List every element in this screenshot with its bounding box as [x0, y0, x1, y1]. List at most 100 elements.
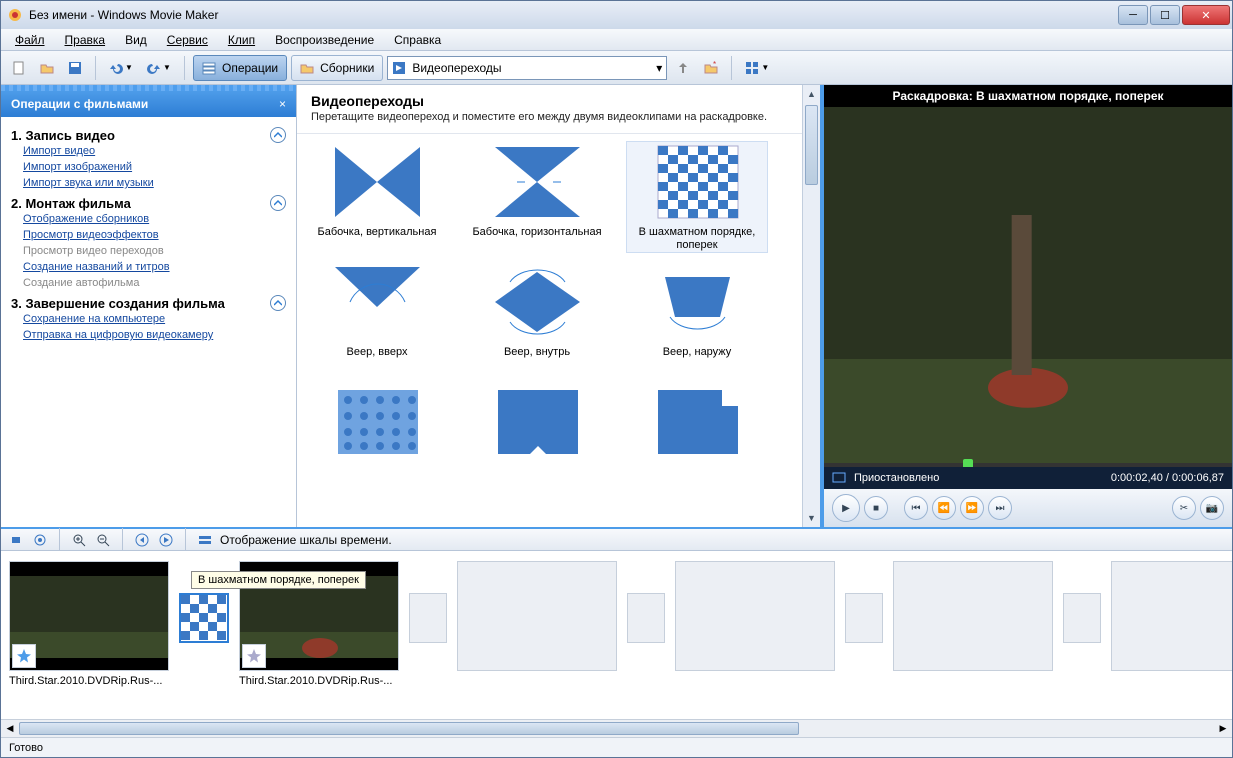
transition-thumbnail	[650, 262, 745, 342]
zoom-out-icon[interactable]	[94, 531, 112, 549]
task-show-collections[interactable]: Отображение сборников	[11, 211, 286, 227]
transition-item[interactable]: В шахматном порядке, поперек	[627, 142, 767, 252]
storyboard-clip-empty[interactable]	[457, 561, 617, 671]
minimize-button[interactable]: ─	[1118, 5, 1148, 25]
timeline-toolbar-label[interactable]: Отображение шкалы времени.	[220, 533, 392, 547]
play-button[interactable]: ▶	[832, 494, 860, 522]
collections-icon	[300, 61, 314, 75]
tasks-section-edit[interactable]: 2. Монтаж фильма	[11, 195, 286, 211]
checkerboard-icon	[181, 595, 227, 641]
menu-edit[interactable]: Правка	[55, 31, 116, 49]
transition-thumbnail	[490, 142, 585, 222]
menu-file[interactable]: Файл	[5, 31, 55, 49]
transition-item[interactable]	[307, 382, 447, 492]
storyboard-clip-empty[interactable]	[1111, 561, 1232, 671]
stop-button[interactable]: ■	[864, 496, 888, 520]
collections-button[interactable]: Сборники	[291, 55, 383, 81]
task-import-audio[interactable]: Импорт звука или музыки	[11, 175, 286, 191]
task-view-effects[interactable]: Просмотр видеоэффектов	[11, 227, 286, 243]
transition-item[interactable]	[467, 382, 607, 492]
audio-levels-icon[interactable]	[31, 531, 49, 549]
menu-tools[interactable]: Сервис	[157, 31, 218, 49]
storyboard-transition-empty[interactable]	[1063, 593, 1101, 643]
tasks-header-label: Операции с фильмами	[11, 97, 148, 111]
transition-thumbnail	[650, 142, 745, 222]
scroll-thumb[interactable]	[805, 105, 818, 185]
location-combo-value: Видеопереходы	[412, 61, 501, 75]
save-button[interactable]	[63, 56, 87, 80]
location-combo[interactable]: Видеопереходы ▾	[387, 56, 667, 80]
split-button[interactable]: ✂	[1172, 496, 1196, 520]
snapshot-button[interactable]: 📷	[1200, 496, 1224, 520]
menu-view[interactable]: Вид	[115, 31, 157, 49]
prev-button[interactable]: ⏮	[904, 496, 928, 520]
storyboard-clip-empty[interactable]	[893, 561, 1053, 671]
collection-scrollbar[interactable]: ▲ ▼	[802, 85, 820, 527]
scroll-right-icon[interactable]: ▶	[1214, 720, 1232, 737]
storyboard-clip-empty[interactable]	[675, 561, 835, 671]
preview-video[interactable]	[824, 107, 1232, 467]
transition-item[interactable]: Веер, внутрь	[467, 262, 607, 372]
preview-seekbar[interactable]	[824, 463, 1232, 467]
task-save-computer[interactable]: Сохранение на компьютере	[11, 311, 286, 327]
next-button[interactable]: ⏭	[988, 496, 1012, 520]
menu-play[interactable]: Воспроизведение	[265, 31, 384, 49]
effect-icon[interactable]	[242, 644, 266, 668]
new-project-button[interactable]	[7, 56, 31, 80]
timeline-view-icon[interactable]	[196, 531, 214, 549]
view-mode-button[interactable]: ▼	[740, 56, 774, 80]
scroll-left-icon[interactable]: ◀	[1, 720, 19, 737]
storyboard[interactable]: Third.Star.2010.DVDRip.Rus-... В шахматн…	[1, 551, 1232, 719]
scroll-down-icon[interactable]: ▼	[803, 509, 820, 527]
app-icon	[7, 7, 23, 23]
transition-item[interactable]: Веер, наружу	[627, 262, 767, 372]
scroll-thumb[interactable]	[19, 722, 799, 735]
open-project-button[interactable]	[35, 56, 59, 80]
tasks-button-label: Операции	[222, 61, 278, 75]
storyboard-transition-empty[interactable]	[409, 593, 447, 643]
storyboard-scrollbar[interactable]: ◀ ▶	[1, 719, 1232, 737]
transition-item[interactable]	[627, 382, 767, 492]
close-button[interactable]: ✕	[1182, 5, 1230, 25]
play-timeline-icon[interactable]	[157, 531, 175, 549]
tasks-section-capture[interactable]: 1. Запись видео	[11, 127, 286, 143]
zoom-in-icon[interactable]	[70, 531, 88, 549]
task-send-dv[interactable]: Отправка на цифровую видеокамеру	[11, 327, 286, 343]
rewind-timeline-icon[interactable]	[133, 531, 151, 549]
collection-subtitle: Перетащите видеопереход и поместите его …	[311, 111, 806, 123]
collection-title: Видеопереходы	[311, 93, 806, 109]
forward-button[interactable]: ⏩	[960, 496, 984, 520]
maximize-button[interactable]: ☐	[1150, 5, 1180, 25]
new-folder-button[interactable]: *	[699, 56, 723, 80]
storyboard-transition-empty[interactable]	[845, 593, 883, 643]
tasks-close-icon[interactable]: ×	[279, 97, 286, 111]
storyboard-clip[interactable]: Third.Star.2010.DVDRip.Rus-...	[9, 561, 169, 687]
storyboard-transition[interactable]: В шахматном порядке, поперек	[179, 593, 229, 643]
tasks-panel: Операции с фильмами × 1. Запись видео Им…	[1, 85, 297, 527]
transition-thumbnail	[330, 262, 425, 342]
narrate-icon[interactable]	[7, 531, 25, 549]
undo-button[interactable]: ▼	[104, 56, 138, 80]
monitor-icon	[832, 471, 846, 485]
seek-handle[interactable]	[963, 459, 973, 467]
storyboard-transition-empty[interactable]	[627, 593, 665, 643]
redo-button[interactable]: ▼	[142, 56, 176, 80]
clip-thumbnail[interactable]	[9, 561, 169, 671]
transition-item[interactable]: Веер, вверх	[307, 262, 447, 372]
effect-icon[interactable]	[12, 644, 36, 668]
task-import-images[interactable]: Импорт изображений	[11, 159, 286, 175]
rewind-button[interactable]: ⏪	[932, 496, 956, 520]
tasks-button[interactable]: Операции	[193, 55, 287, 81]
nav-up-button[interactable]	[671, 56, 695, 80]
menu-help[interactable]: Справка	[384, 31, 451, 49]
menu-clip[interactable]: Клип	[218, 31, 265, 49]
titlebar: Без имени - Windows Movie Maker ─ ☐ ✕	[1, 1, 1232, 29]
transition-item[interactable]: Бабочка, горизонтальная	[467, 142, 607, 252]
transition-label: Бабочка, вертикальная	[318, 226, 437, 252]
task-import-video[interactable]: Импорт видео	[11, 143, 286, 159]
scroll-up-icon[interactable]: ▲	[803, 85, 820, 103]
tasks-section-finish[interactable]: 3. Завершение создания фильма	[11, 295, 286, 311]
transition-label: Веер, вверх	[347, 346, 408, 372]
task-create-titles[interactable]: Создание названий и титров	[11, 259, 286, 275]
transition-item[interactable]: Бабочка, вертикальная	[307, 142, 447, 252]
